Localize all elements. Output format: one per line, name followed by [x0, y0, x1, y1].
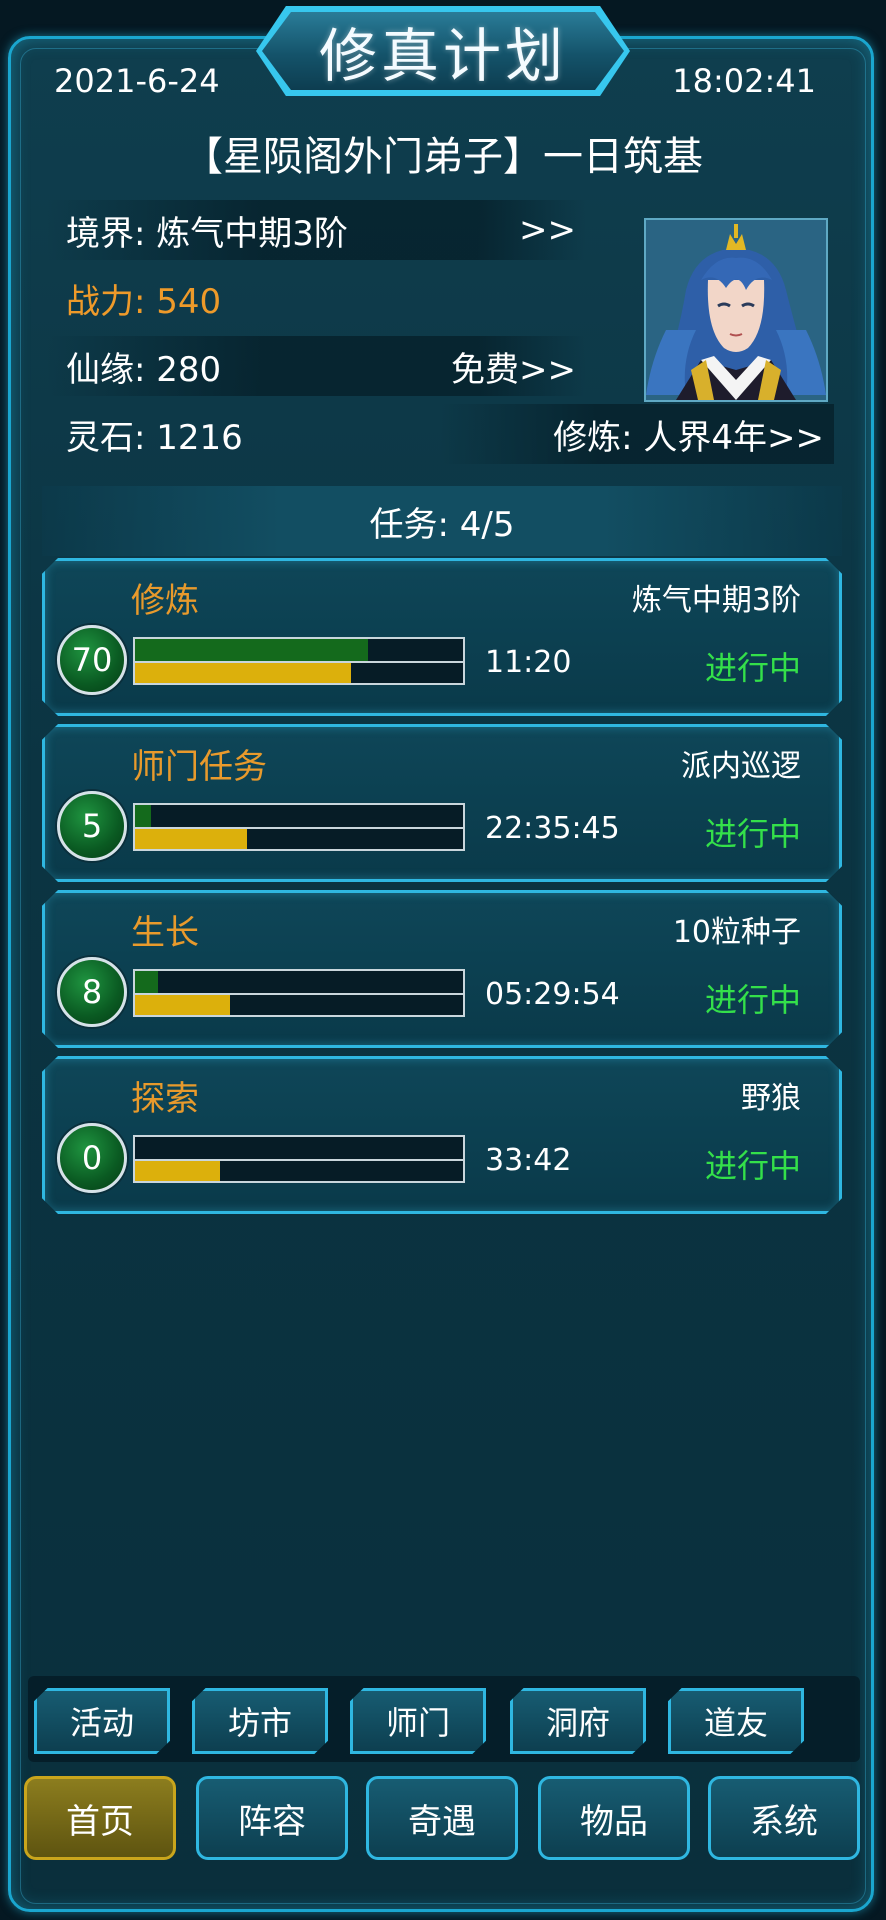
task-status: 进行中	[704, 649, 801, 687]
task-target: 派内巡逻	[681, 749, 801, 784]
character-portrait[interactable]	[644, 218, 828, 402]
task-target: 野狼	[741, 1081, 801, 1116]
character-headline: 【星陨阁外门弟子】一日筑基	[183, 134, 703, 180]
sub-nav-sect-button[interactable]: 师门	[350, 1688, 486, 1754]
task-timer: 33:42	[485, 1143, 572, 1178]
page-title: 修真计划	[318, 22, 567, 90]
task-target: 10粒种子	[672, 915, 801, 950]
stones-label: 灵石: 1216	[66, 417, 243, 458]
task-status: 进行中	[704, 815, 801, 853]
task-card-sect-mission[interactable]: 师门任务 派内巡逻 5 22:35:45 进行中	[42, 724, 842, 882]
task-count-header: 任务: 4/5	[42, 486, 842, 556]
power-row: 战力: 540	[46, 268, 586, 328]
task-level-badge: 5	[57, 791, 127, 861]
task-status: 进行中	[704, 981, 801, 1019]
title-plate: 修真计划	[262, 12, 624, 90]
stones-row: 灵石: 1216 修炼: 人界4年>>	[46, 404, 834, 464]
sub-nav-cave-button[interactable]: 洞府	[510, 1688, 646, 1754]
main-nav-items-tab[interactable]: 物品	[538, 1776, 690, 1860]
task-count-label: 任务: 4/5	[369, 504, 515, 545]
task-timer: 11:20	[485, 645, 572, 680]
task-progress-bar	[133, 969, 465, 1017]
task-progress-bar	[133, 637, 465, 685]
sub-nav-market-button[interactable]: 坊市	[192, 1688, 328, 1754]
task-title: 师门任务	[131, 747, 267, 787]
progress-bottom-fill	[135, 829, 247, 849]
fate-label: 仙缘: 280	[66, 349, 222, 390]
clock-display: 18:02:41	[672, 62, 816, 100]
sub-nav-activities-button[interactable]: 活动	[34, 1688, 170, 1754]
task-status: 进行中	[704, 1147, 801, 1185]
task-level-badge: 8	[57, 957, 127, 1027]
progress-top-fill	[135, 639, 368, 661]
progress-bottom-fill	[135, 1161, 221, 1181]
task-title: 修炼	[131, 581, 199, 621]
realm-arrow[interactable]: >>	[519, 210, 576, 250]
realm-label: 境界: 炼气中期3阶	[66, 213, 348, 254]
fate-free-button[interactable]: 免费>>	[451, 342, 576, 391]
sub-nav-friends-button[interactable]: 道友	[668, 1688, 804, 1754]
task-timer: 05:29:54	[485, 977, 620, 1012]
task-card-growth[interactable]: 生长 10粒种子 8 05:29:54 进行中	[42, 890, 842, 1048]
task-card-explore[interactable]: 探索 野狼 0 33:42 进行中	[42, 1056, 842, 1214]
task-level-badge: 0	[57, 1123, 127, 1193]
progress-bottom-fill	[135, 995, 231, 1015]
date-display: 2021-6-24	[54, 62, 220, 100]
main-nav-lineup-tab[interactable]: 阵容	[196, 1776, 348, 1860]
task-progress-bar	[133, 1135, 465, 1183]
avatar-icon	[646, 220, 826, 400]
task-level-badge: 70	[57, 625, 127, 695]
task-target: 炼气中期3阶	[631, 583, 801, 618]
realm-row[interactable]: 境界: 炼气中期3阶 >>	[46, 200, 586, 260]
fate-row: 仙缘: 280 免费>>	[46, 336, 586, 396]
task-card-cultivation[interactable]: 修炼 炼气中期3阶 70 11:20 进行中	[42, 558, 842, 716]
task-title: 探索	[131, 1079, 199, 1119]
cultivate-button[interactable]: 修炼: 人界4年>>	[553, 410, 824, 459]
main-nav-adventure-tab[interactable]: 奇遇	[366, 1776, 518, 1860]
task-progress-bar	[133, 803, 465, 851]
progress-top-fill	[135, 971, 158, 993]
progress-bottom-fill	[135, 663, 352, 683]
main-nav-system-tab[interactable]: 系统	[708, 1776, 860, 1860]
power-label: 战力: 540	[66, 281, 222, 322]
task-timer: 22:35:45	[485, 811, 620, 846]
task-title: 生长	[131, 913, 199, 953]
progress-top-fill	[135, 805, 152, 827]
main-nav-home-tab[interactable]: 首页	[24, 1776, 176, 1860]
